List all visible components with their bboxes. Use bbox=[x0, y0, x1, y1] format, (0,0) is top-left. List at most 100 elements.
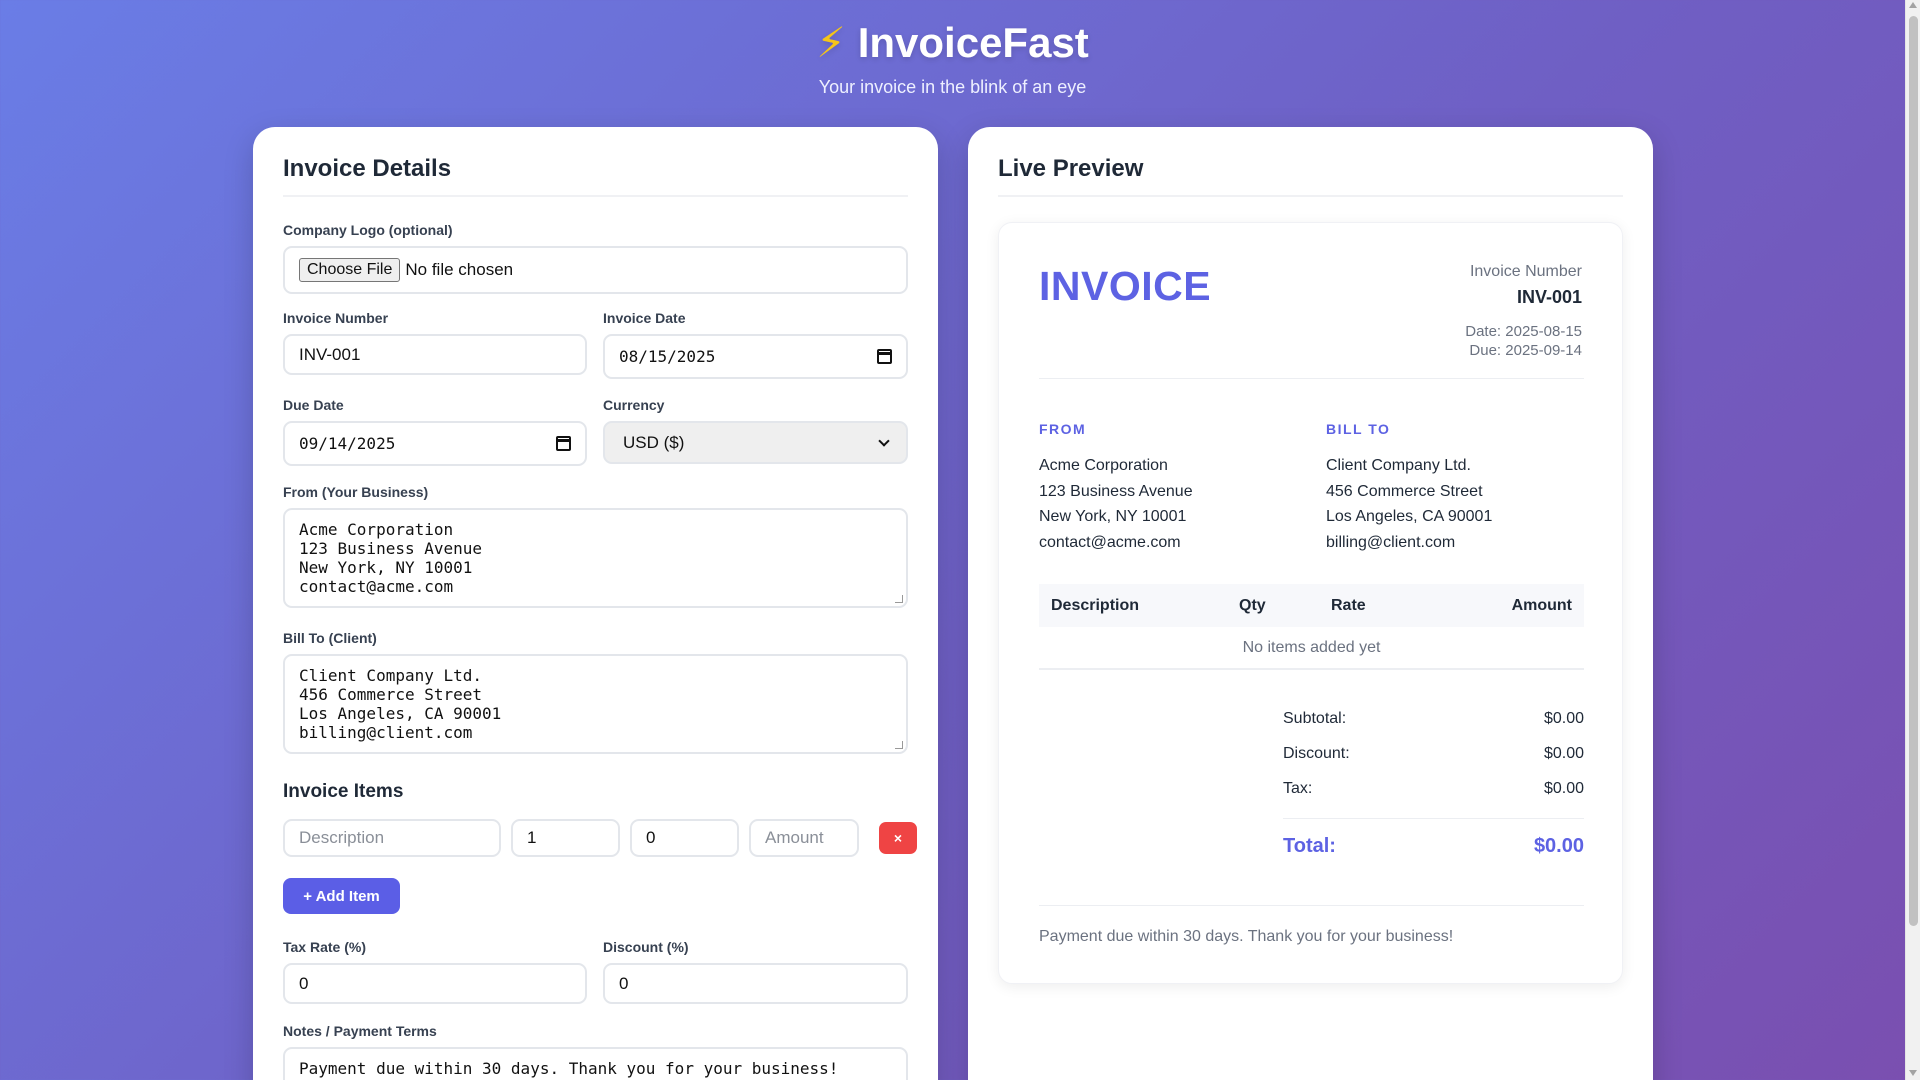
invoice-due-date: Due: 2025-09-14 bbox=[1469, 342, 1582, 359]
divider bbox=[1039, 905, 1584, 906]
notes-text: Payment due within 30 days. Thank you fo… bbox=[299, 1059, 839, 1078]
column-header-amount: Amount bbox=[1511, 596, 1572, 614]
total-label: Total: bbox=[1283, 834, 1336, 857]
invoice-date-value: 08/15/2025 bbox=[619, 347, 716, 366]
discount-field: Discount (%) 0 bbox=[603, 939, 908, 1004]
subtotal-value: $0.00 bbox=[1543, 709, 1584, 727]
logo-file-input[interactable]: Choose File No file chosen bbox=[283, 246, 908, 294]
bill-to-block: BILL TO Client Company Ltd. 456 Commerce… bbox=[1326, 421, 1492, 555]
items-table: Description Qty Rate Amount No items add… bbox=[1039, 584, 1584, 670]
item-qty-input[interactable]: 1 bbox=[511, 819, 620, 857]
from-line: New York, NY 10001 bbox=[299, 558, 473, 577]
tax-rate-input[interactable]: 0 bbox=[283, 963, 587, 1004]
invoice-items-title: Invoice Items bbox=[283, 781, 404, 802]
due-date-input[interactable]: 09/14/2025 bbox=[283, 421, 587, 466]
currency-field: Currency USD ($) bbox=[603, 397, 908, 464]
invoice-item-row: Description 1 0 Amount × bbox=[283, 819, 917, 857]
items-table-header: Description Qty Rate Amount bbox=[1039, 584, 1584, 627]
invoice-number-input[interactable]: INV-001 bbox=[283, 334, 587, 375]
scroll-up-icon[interactable] bbox=[1909, 2, 1917, 8]
bill-to-line: billing@client.com bbox=[299, 723, 473, 742]
currency-label: Currency bbox=[603, 397, 665, 413]
resize-handle[interactable] bbox=[895, 595, 903, 603]
tax-rate-field: Tax Rate (%) 0 bbox=[283, 939, 587, 1004]
bill-to-line: 456 Commerce Street bbox=[1326, 482, 1483, 500]
bill-to-line: Los Angeles, CA 90001 bbox=[1326, 508, 1493, 525]
from-label: From (Your Business) bbox=[283, 484, 429, 500]
divider bbox=[1283, 818, 1584, 819]
currency-value: USD ($) bbox=[623, 432, 685, 452]
notes-label: Notes / Payment Terms bbox=[283, 1023, 437, 1039]
item-amount-input[interactable]: Amount bbox=[749, 819, 859, 857]
invoice-date-label: Invoice Date bbox=[603, 310, 686, 326]
bill-to-textarea[interactable]: Client Company Ltd. 456 Commerce Street … bbox=[283, 654, 908, 754]
total-value: $0.00 bbox=[1533, 834, 1584, 857]
resize-handle[interactable] bbox=[895, 741, 903, 749]
invoice-number: INV-001 bbox=[1516, 287, 1582, 307]
bill-to-line: billing@client.com bbox=[1326, 533, 1456, 551]
preview-notes: Payment due within 30 days. Thank you fo… bbox=[1039, 928, 1454, 945]
live-preview-panel: Live Preview INVOICE Invoice Number INV-… bbox=[968, 127, 1653, 1080]
app-header: ⚡ InvoiceFast Your invoice in the blink … bbox=[0, 0, 1905, 98]
tax-rate-label: Tax Rate (%) bbox=[283, 939, 366, 955]
bill-to-line: 456 Commerce Street bbox=[299, 685, 483, 704]
item-description-input[interactable]: Description bbox=[283, 819, 501, 857]
discount-row: Discount: $0.00 bbox=[1283, 736, 1584, 771]
invoice-details-panel: Invoice Details Company Logo (optional) … bbox=[253, 127, 938, 1080]
calendar-icon[interactable] bbox=[877, 349, 892, 364]
discount-label: Discount (%) bbox=[603, 939, 689, 955]
bill-to-heading: BILL TO bbox=[1326, 421, 1391, 437]
currency-select[interactable]: USD ($) bbox=[603, 421, 908, 464]
tax-rate-value: 0 bbox=[299, 973, 309, 993]
from-heading: FROM bbox=[1039, 421, 1087, 437]
file-status: No file chosen bbox=[405, 260, 514, 279]
scrollbar-thumb[interactable] bbox=[1909, 16, 1918, 926]
invoice-number-field: Invoice Number INV-001 bbox=[283, 310, 587, 375]
due-date-value: 09/14/2025 bbox=[299, 434, 396, 453]
invoice-number-label: Invoice Number bbox=[283, 310, 389, 326]
invoice-date: Date: 2025-08-15 bbox=[1465, 323, 1582, 340]
app-title: ⚡ InvoiceFast bbox=[816, 18, 1089, 67]
bill-to-line: Client Company Ltd. bbox=[299, 666, 483, 685]
from-line: Acme Corporation bbox=[299, 520, 454, 539]
calendar-icon[interactable] bbox=[556, 436, 571, 451]
logo-label: Company Logo (optional) bbox=[283, 222, 453, 238]
invoice-preview-card: INVOICE Invoice Number INV-001 Date: 202… bbox=[998, 222, 1623, 984]
column-header-description: Description bbox=[1051, 596, 1140, 614]
invoice-meta: Invoice Number INV-001 Date: 2025-08-15 … bbox=[1465, 263, 1582, 360]
discount-input[interactable]: 0 bbox=[603, 963, 908, 1004]
subtotal-row: Subtotal: $0.00 bbox=[1283, 701, 1584, 736]
invoice-number-label: Invoice Number bbox=[1469, 263, 1582, 280]
item-rate-input[interactable]: 0 bbox=[630, 819, 739, 857]
item-amount-placeholder: Amount bbox=[765, 828, 824, 847]
tax-label: Tax: bbox=[1283, 779, 1313, 797]
from-textarea[interactable]: Acme Corporation 123 Business Avenue New… bbox=[283, 508, 908, 608]
from-line: Acme Corporation bbox=[1039, 457, 1168, 474]
page-scrollbar[interactable] bbox=[1905, 0, 1920, 1080]
from-field: From (Your Business) Acme Corporation 12… bbox=[283, 484, 908, 608]
live-preview-title: Live Preview bbox=[998, 155, 1623, 197]
discount-value: 0 bbox=[619, 973, 629, 993]
invoice-number-value: INV-001 bbox=[299, 344, 361, 364]
from-line: contact@acme.com bbox=[299, 577, 454, 596]
item-qty-value: 1 bbox=[527, 828, 537, 847]
column-header-rate: Rate bbox=[1331, 596, 1366, 614]
divider bbox=[1039, 378, 1584, 379]
from-line: 123 Business Avenue bbox=[299, 539, 483, 558]
invoice-heading: INVOICE bbox=[1039, 263, 1212, 309]
bill-to-label: Bill To (Client) bbox=[283, 630, 377, 646]
scroll-down-icon[interactable] bbox=[1909, 1070, 1917, 1076]
invoice-date-input[interactable]: 08/15/2025 bbox=[603, 334, 908, 379]
lightning-bolt-icon: ⚡ bbox=[816, 19, 846, 66]
from-line: 123 Business Avenue bbox=[1039, 482, 1193, 500]
add-item-button[interactable]: + Add Item bbox=[283, 878, 400, 914]
chevron-down-icon bbox=[878, 434, 890, 447]
invoice-date-field: Invoice Date 08/15/2025 bbox=[603, 310, 908, 379]
remove-item-button[interactable]: × bbox=[879, 822, 917, 854]
notes-field: Notes / Payment Terms Payment due within… bbox=[283, 1023, 908, 1080]
invoice-details-title: Invoice Details bbox=[283, 155, 908, 197]
app-tagline: Your invoice in the blink of an eye bbox=[818, 77, 1087, 97]
notes-textarea[interactable]: Payment due within 30 days. Thank you fo… bbox=[283, 1047, 908, 1080]
choose-file-button[interactable]: Choose File bbox=[299, 258, 401, 282]
from-line: New York, NY 10001 bbox=[1039, 508, 1187, 525]
